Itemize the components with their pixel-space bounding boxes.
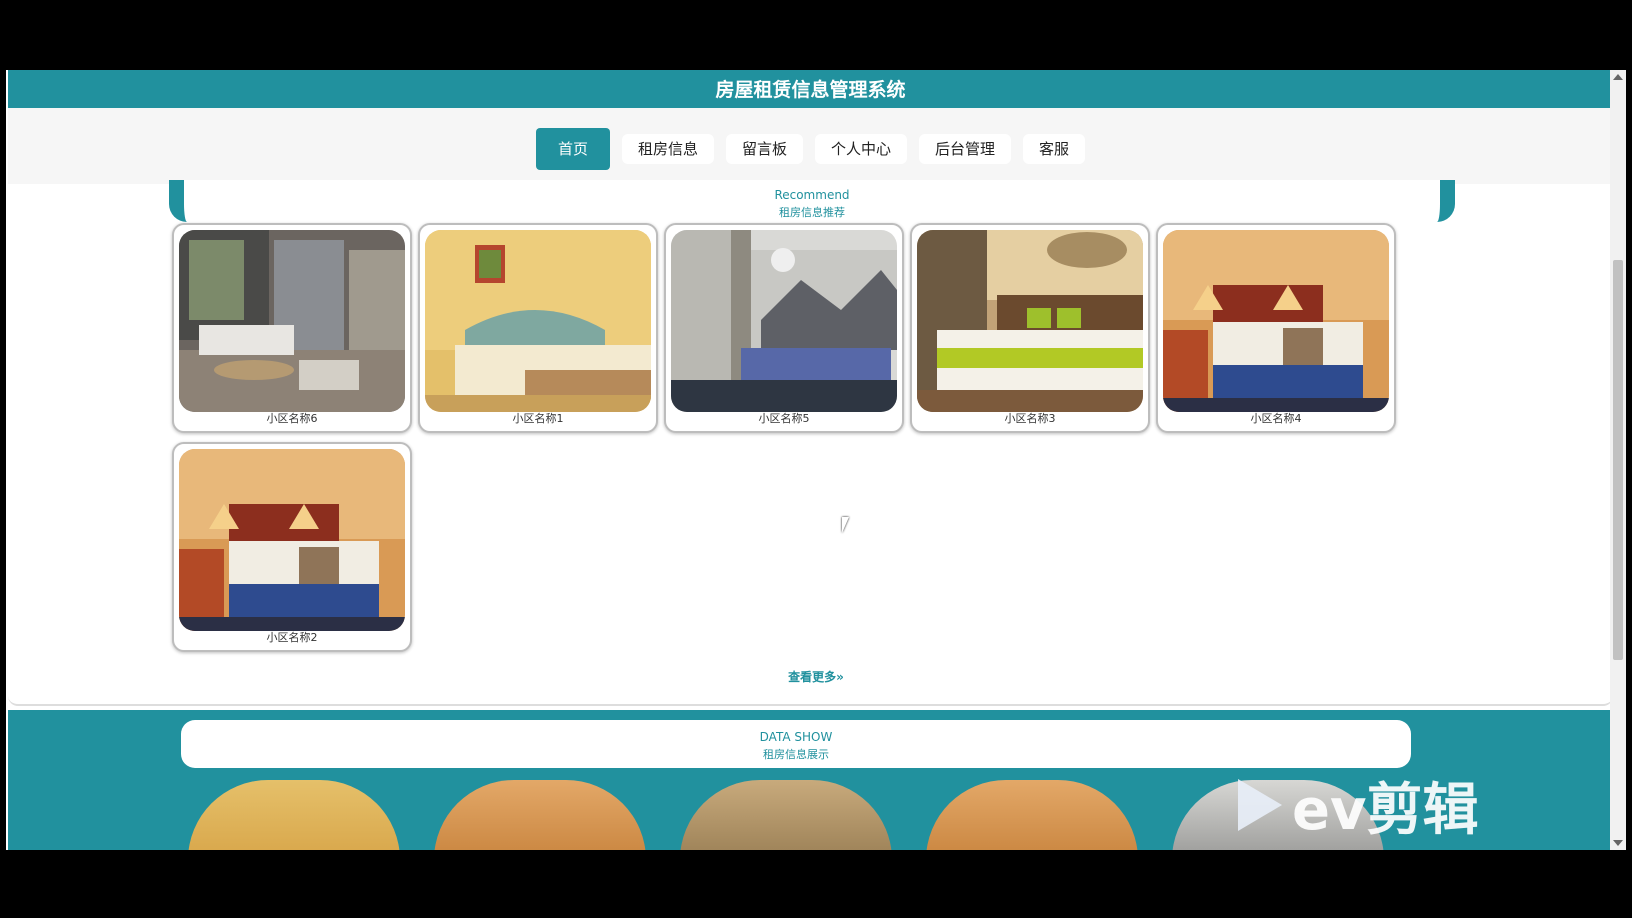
listing-name: 小区名称6 [266, 412, 318, 425]
listing-photo[interactable] [425, 230, 651, 412]
site-title-bar: 房屋租赁信息管理系统 [8, 70, 1613, 108]
data-show-photo[interactable] [926, 780, 1138, 850]
listing-card[interactable]: 小区名称3 [910, 223, 1150, 433]
watermark-text: ev剪辑 [1292, 777, 1479, 843]
section-divider [8, 696, 1613, 706]
data-show-photo[interactable] [680, 780, 892, 850]
listing-photo[interactable] [917, 230, 1143, 412]
listing-name: 小区名称1 [512, 412, 564, 425]
main-navigation: 首页 租房信息 留言板 个人中心 后台管理 客服 [8, 108, 1613, 184]
listing-card[interactable]: 小区名称5 [664, 223, 904, 433]
browser-viewport: 房屋租赁信息管理系统 首页 租房信息 留言板 个人中心 后台管理 客服 Reco… [6, 70, 1626, 850]
listing-photo[interactable] [1163, 230, 1389, 412]
scroll-down-arrow-icon[interactable] [1613, 840, 1623, 846]
nav-personal-center[interactable]: 个人中心 [815, 134, 908, 164]
site-title: 房屋租赁信息管理系统 [715, 79, 906, 101]
listing-name: 小区名称2 [266, 631, 318, 644]
listing-card[interactable]: 小区名称4 [1156, 223, 1396, 433]
listing-name: 小区名称5 [758, 412, 810, 425]
nav-admin[interactable]: 后台管理 [919, 134, 1012, 164]
nav-rental-info[interactable]: 租房信息 [621, 134, 714, 164]
mouse-cursor-icon [842, 517, 854, 533]
listing-photo[interactable] [671, 230, 897, 412]
data-show-photo[interactable] [188, 780, 400, 850]
scroll-up-arrow-icon[interactable] [1613, 74, 1623, 80]
listing-name: 小区名称4 [1250, 412, 1302, 425]
listing-card[interactable]: 小区名称1 [418, 223, 658, 433]
video-watermark: ev剪辑 [1238, 770, 1548, 843]
recommend-section-header: Recommend 租房信息推荐 [169, 180, 1455, 222]
data-show-title-cn: 租房信息展示 [763, 748, 829, 761]
data-show-header: DATA SHOW 租房信息展示 [181, 720, 1411, 768]
nav-home[interactable]: 首页 [535, 128, 610, 170]
listing-card[interactable]: 小区名称2 [172, 442, 412, 652]
scroll-thumb[interactable] [1613, 260, 1623, 660]
listing-card[interactable]: 小区名称6 [172, 223, 412, 433]
listing-name: 小区名称3 [1004, 412, 1056, 425]
listing-photo[interactable] [179, 449, 405, 631]
nav-customer-service[interactable]: 客服 [1023, 134, 1086, 164]
view-more-link[interactable]: 查看更多» [6, 668, 1626, 685]
page-scrollbar[interactable] [1610, 70, 1626, 850]
recommend-title-cn: 租房信息推荐 [779, 206, 845, 219]
play-icon [1238, 779, 1282, 831]
listing-photo[interactable] [179, 230, 405, 412]
nav-message-board[interactable]: 留言板 [725, 134, 803, 164]
recommend-title-en: Recommend [774, 188, 850, 202]
data-show-title-en: DATA SHOW [759, 730, 833, 744]
data-show-photo[interactable] [434, 780, 646, 850]
